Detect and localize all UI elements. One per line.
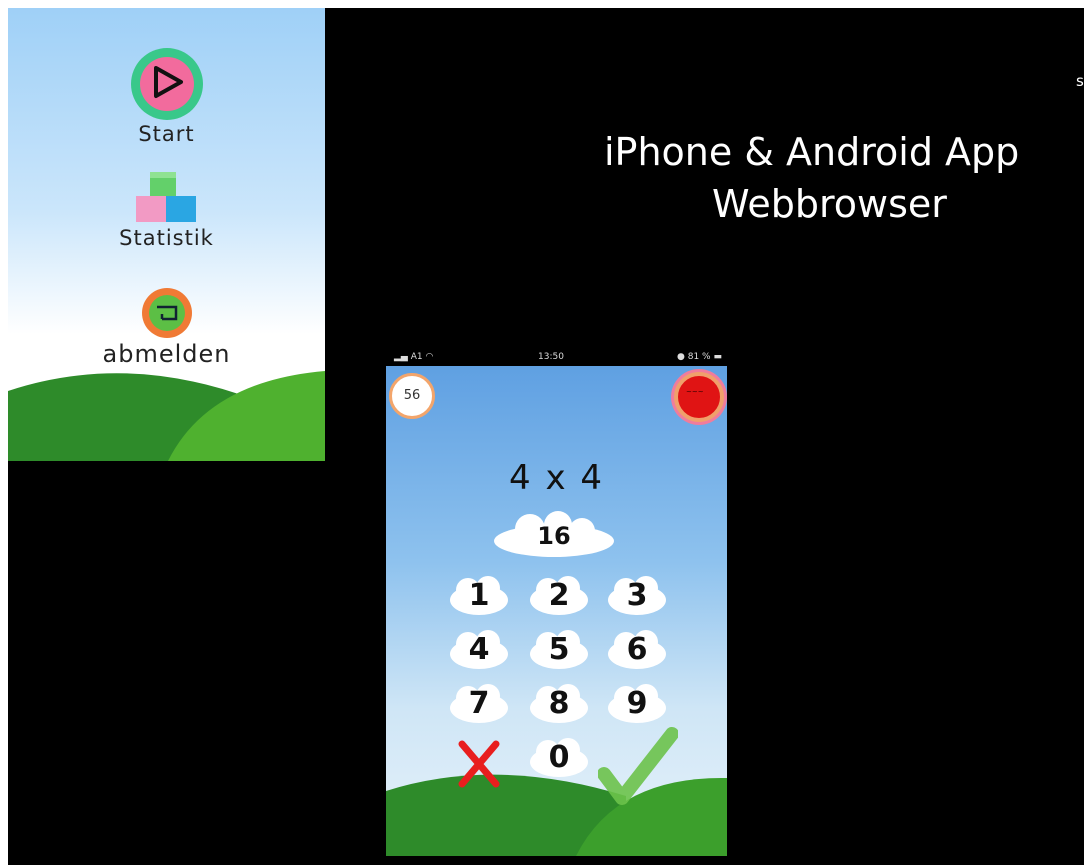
statistics-menu-item[interactable]: Statistik	[8, 170, 325, 250]
key-3[interactable]: 3	[606, 574, 668, 618]
confirm-check-icon[interactable]	[598, 726, 678, 806]
math-problem: 4 x 4	[509, 458, 604, 498]
corner-text: s	[1076, 72, 1084, 90]
key-2[interactable]: 2	[528, 574, 590, 618]
start-label: Start	[138, 122, 195, 146]
app-menu-panel: Start Statistik abmelden	[8, 8, 325, 461]
slide-subtitle: Webbrowser	[712, 182, 947, 226]
key-8[interactable]: 8	[528, 682, 590, 726]
key-0[interactable]: 0	[528, 736, 590, 780]
signal-icon: ▂▄	[394, 352, 408, 362]
key-6[interactable]: 6	[606, 628, 668, 672]
key-5[interactable]: 5	[528, 628, 590, 672]
key-9[interactable]: 9	[606, 682, 668, 726]
cancel-x-icon[interactable]	[456, 738, 502, 790]
timer-badge: 56	[389, 373, 435, 419]
blocks-icon	[135, 172, 196, 222]
statistics-label: Statistik	[119, 226, 214, 250]
battery-icon: ▬	[713, 352, 722, 362]
lock-icon: ●	[677, 352, 685, 362]
play-icon	[130, 48, 203, 120]
battery-indicator: ● 81 % ▬	[677, 352, 722, 362]
carrier-label: ▂▄ A1 ◠	[394, 352, 434, 362]
wifi-icon: ◠	[425, 352, 434, 362]
phone-app-screen: 56 ~~~ 4 x 4 16 1 2 3 4 5 6 7 8 9 0	[386, 366, 727, 856]
start-menu-item[interactable]: Start	[8, 46, 325, 146]
green-hills	[8, 371, 325, 461]
answer-display: 16	[537, 522, 571, 550]
menu-logo-button[interactable]: ~~~	[674, 372, 724, 422]
key-4[interactable]: 4	[448, 628, 510, 672]
phone-status-bar: ▂▄ A1 ◠ 13:50 ● 81 % ▬	[388, 350, 728, 366]
key-1[interactable]: 1	[448, 574, 510, 618]
key-7[interactable]: 7	[448, 682, 510, 726]
presentation-slide: Start Statistik abmelden s iPhone & Andr…	[8, 8, 1084, 865]
status-time: 13:50	[538, 352, 564, 362]
logout-icon	[141, 288, 192, 338]
slide-title: iPhone & Android App	[604, 130, 1020, 174]
logo-icon: ~~~	[686, 388, 704, 396]
logout-menu-item[interactable]: abmelden	[8, 286, 325, 368]
